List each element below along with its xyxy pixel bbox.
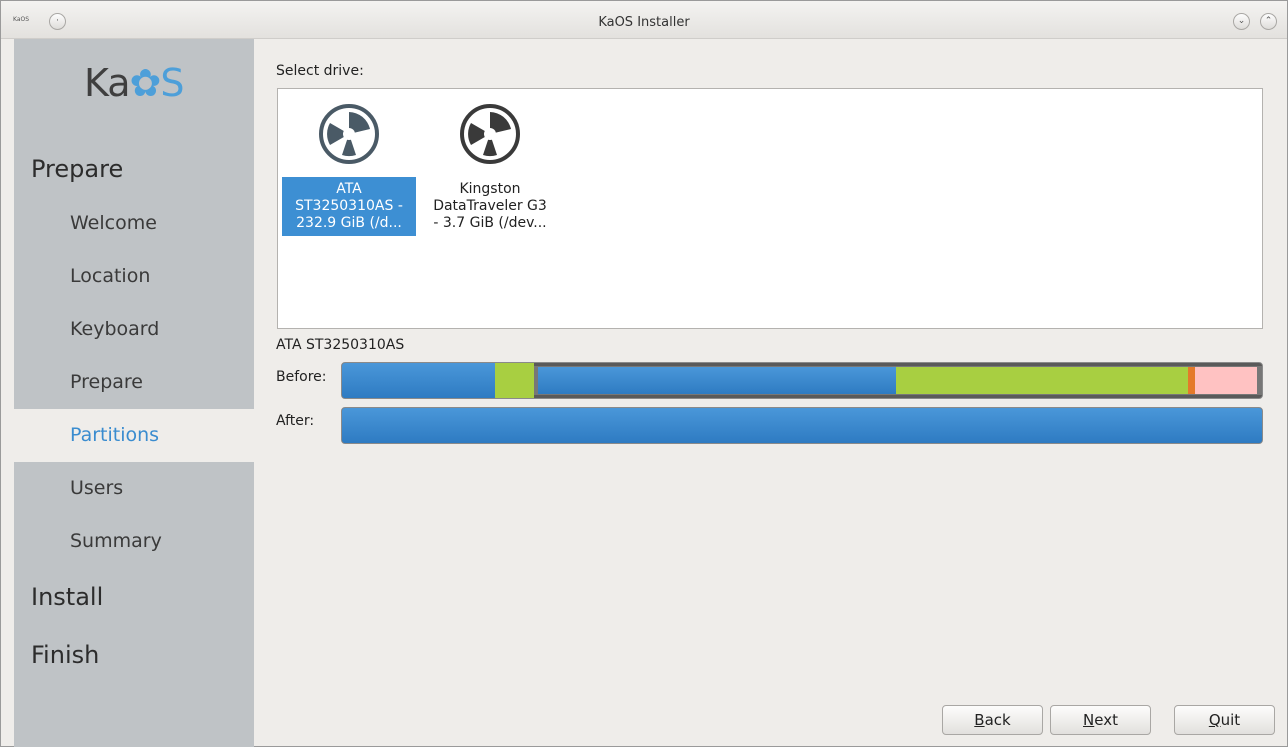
sidebar-item-prepare: Prepare: [70, 371, 143, 393]
drive-label: Kingston DataTraveler G3 - 3.7 GiB (/dev…: [433, 181, 547, 231]
window-title: KaOS Installer: [598, 15, 690, 30]
after-partition-bar: [341, 407, 1263, 444]
next-button[interactable]: Next: [1050, 705, 1151, 735]
title-bar: KaOS · KaOS Installer ⌄ ⌃: [1, 1, 1287, 39]
logo-text-suffix: S: [160, 61, 184, 105]
next-accel: N: [1083, 711, 1095, 729]
selected-drive-name: ATA ST3250310AS: [276, 337, 405, 353]
back-text: ack: [984, 711, 1011, 729]
sidebar: Ka✿S Prepare Welcome Location Keyboard P…: [14, 39, 254, 747]
partition-segment: [1195, 367, 1257, 394]
hard-drive-icon: [319, 104, 379, 164]
section-finish: Finish: [31, 641, 100, 669]
quit-text: uit: [1220, 711, 1241, 729]
section-install: Install: [31, 583, 104, 611]
select-drive-label: Select drive:: [276, 63, 364, 79]
quit-button[interactable]: Quit: [1174, 705, 1275, 735]
sidebar-item-summary: Summary: [70, 530, 162, 552]
next-text: ext: [1094, 711, 1118, 729]
partition-segment: [538, 367, 896, 394]
partition-segment: [1188, 367, 1195, 394]
logo-text-prefix: Ka: [84, 61, 131, 105]
drive-label: ATA ST3250310AS - 232.9 GiB (/d...: [282, 177, 416, 236]
installer-window: KaOS · KaOS Installer ⌄ ⌃ Ka✿S Prepare W…: [0, 0, 1288, 747]
quit-accel: Q: [1208, 711, 1221, 729]
kaos-logo: Ka✿S: [84, 61, 185, 105]
logo-gear-icon: ✿: [129, 61, 162, 105]
partition-segment: [896, 367, 1188, 394]
minimize-button[interactable]: ⌄: [1233, 13, 1250, 30]
sidebar-item-partitions: Partitions: [14, 409, 254, 462]
main-panel: Select drive: ATA ST3250310AS - 232.9 Gi…: [254, 39, 1288, 747]
drive-list: ATA ST3250310AS - 232.9 GiB (/d... Kings…: [277, 88, 1263, 329]
back-accel: B: [974, 711, 985, 729]
back-button[interactable]: Back: [942, 705, 1043, 735]
partition-segment: [495, 363, 534, 398]
section-prepare: Prepare: [31, 155, 124, 183]
sidebar-item-welcome: Welcome: [70, 212, 157, 234]
partition-segment: [342, 408, 1262, 443]
maximize-button[interactable]: ⌃: [1260, 13, 1277, 30]
drive-item-kingston[interactable]: Kingston DataTraveler G3 - 3.7 GiB (/dev…: [423, 89, 557, 236]
drive-item-ata[interactable]: ATA ST3250310AS - 232.9 GiB (/d...: [282, 89, 416, 236]
sidebar-item-keyboard: Keyboard: [70, 318, 160, 340]
partition-segment: [342, 363, 495, 398]
before-label: Before:: [276, 369, 327, 385]
hard-drive-icon: [460, 104, 520, 164]
before-partition-bar: [341, 362, 1263, 399]
sidebar-item-location: Location: [70, 265, 151, 287]
extended-partition: [534, 366, 1262, 395]
after-label: After:: [276, 413, 315, 429]
sidebar-item-users: Users: [70, 477, 124, 499]
